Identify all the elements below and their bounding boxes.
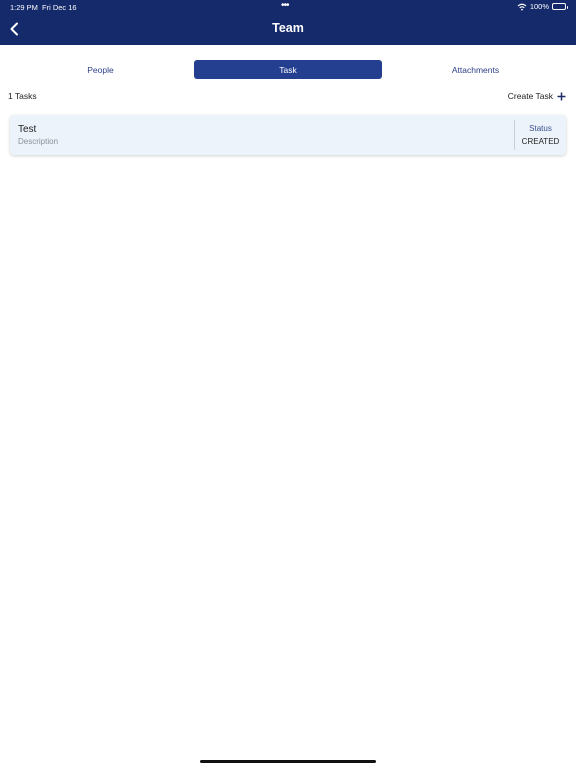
home-indicator[interactable] — [200, 760, 376, 763]
create-task-button[interactable]: Create Task — [508, 89, 566, 103]
status-time: 1:29 PM — [10, 3, 38, 12]
task-count: 1 Tasks — [8, 91, 37, 101]
status-label: Status — [529, 124, 552, 133]
task-title: Test — [18, 124, 37, 135]
create-task-label: Create Task — [507, 91, 553, 101]
battery-percentage: 100% — [529, 2, 549, 11]
page-title: Team — [272, 21, 304, 35]
tab-task[interactable]: Task — [194, 60, 382, 79]
status-value: CREATED — [521, 137, 560, 146]
status-date: Fri Dec 16 — [42, 3, 77, 12]
battery-icon — [552, 3, 568, 10]
segmented-tabs: People Task Attachments — [0, 60, 576, 79]
battery-tip — [566, 5, 568, 9]
tab-attachments[interactable]: Attachments — [383, 60, 568, 79]
multitasking-dots[interactable]: ••• — [281, 0, 289, 11]
status-bar: 1:29 PM Fri Dec 16 ••• 100% — [0, 0, 576, 14]
tab-people[interactable]: People — [8, 60, 193, 79]
task-description: Description — [18, 137, 59, 146]
plus-icon — [557, 92, 566, 100]
app-header: 1:29 PM Fri Dec 16 ••• 100% Team — [0, 0, 576, 45]
status-indicators: 100% — [517, 2, 568, 11]
wifi-icon — [517, 3, 527, 10]
task-card[interactable]: Test Description Status CREATED — [10, 115, 566, 155]
